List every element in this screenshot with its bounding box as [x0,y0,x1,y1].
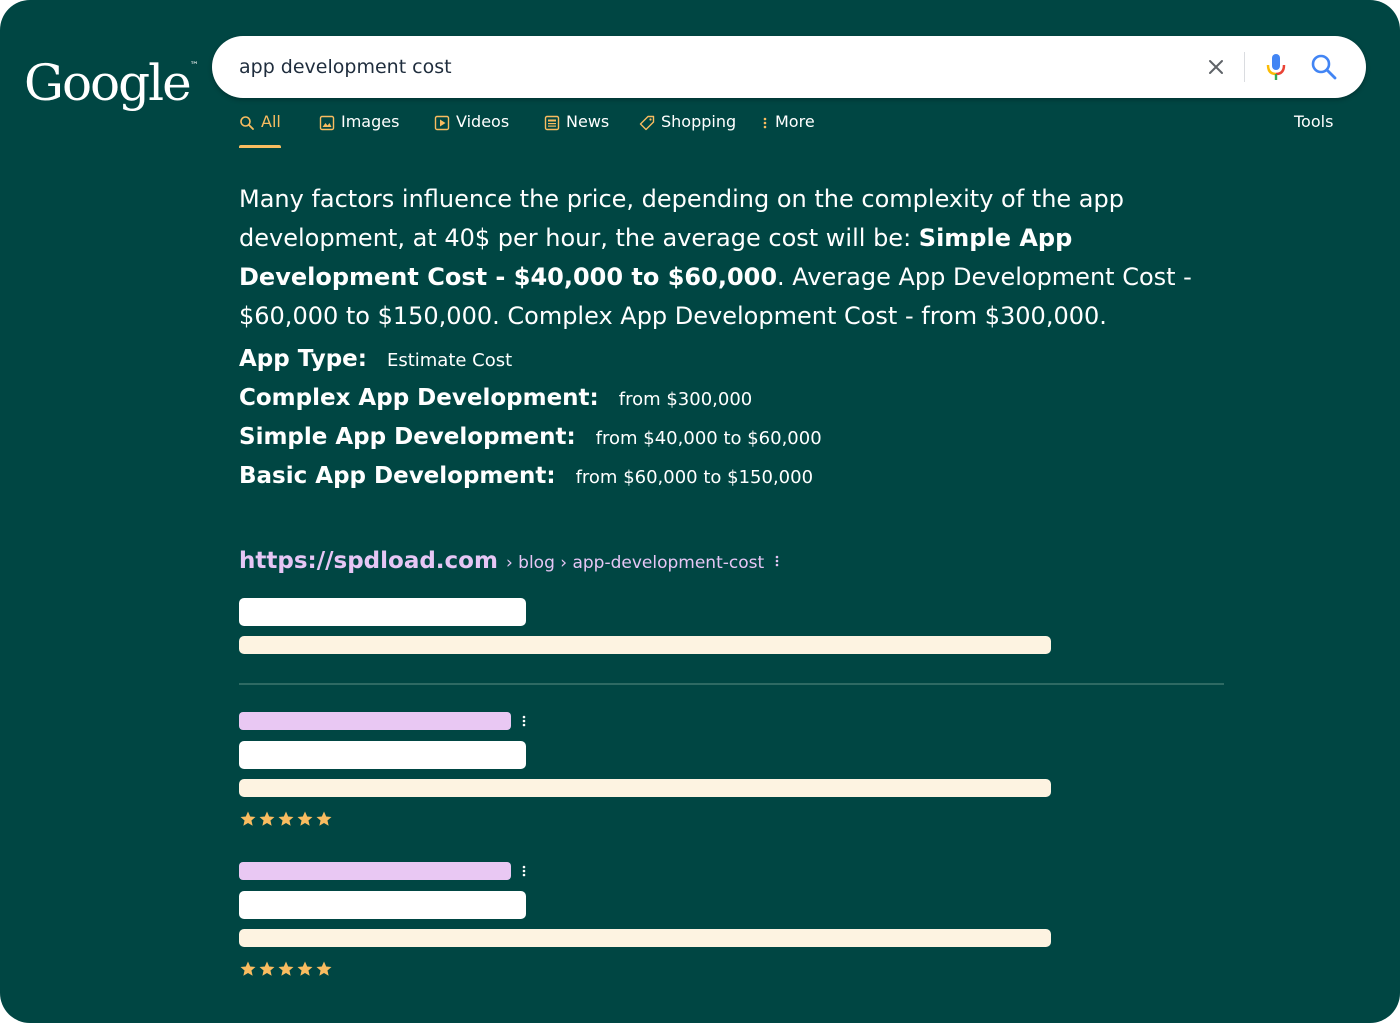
search-input[interactable] [239,53,1139,81]
star-icon [278,811,294,826]
cost-table-row: Simple App Development: from $40,000 to … [239,424,1139,463]
result-title-placeholder[interactable] [239,741,526,769]
result-url-path: › blog › app-development-cost [505,553,765,573]
tab-label: Images [341,112,400,131]
tab-label: More [775,112,815,131]
cost-value: from $40,000 to $60,000 [595,428,822,449]
cost-table-row: Complex App Development: from $300,000 [239,385,1139,424]
result-breadcrumb: https://spdload.com › blog › app-develop… [239,548,782,574]
star-icon [240,961,256,976]
tag-icon [639,115,655,131]
star-icon [316,961,332,976]
star-icon [259,961,275,976]
featured-snippet: Many factors influence the price, depend… [239,180,1239,336]
cost-value: Estimate Cost [386,350,513,371]
voice-search-button[interactable] [1264,52,1288,82]
star-icon [278,961,294,976]
logo-trademark: ™ [189,61,199,71]
cost-label: Complex App Development: [239,385,599,411]
result-url-placeholder[interactable] [239,712,511,730]
newspaper-icon [544,115,560,131]
cost-label: Simple App Development: [239,424,576,450]
tab-all[interactable]: All [239,112,281,148]
tab-label: Shopping [661,112,737,131]
tools-button[interactable]: Tools [1294,112,1333,131]
more-vert-icon[interactable] [521,714,527,728]
cost-label: App Type: [239,346,367,372]
search-results-page: Google™ app development cost All Images … [0,0,1400,1023]
tab-news[interactable]: News [544,112,609,148]
more-vert-icon[interactable] [772,554,782,568]
cost-table-row: Basic App Development: from $60,000 to $… [239,463,1139,502]
clear-search-button[interactable] [1204,55,1228,79]
result-url-placeholder[interactable] [239,862,511,880]
star-icon [316,811,332,826]
result-url-link[interactable]: https://spdload.com [239,548,498,574]
search-icon [1311,54,1337,80]
result-title-placeholder[interactable] [239,891,526,919]
result-description-placeholder [239,929,1051,947]
star-icon [297,961,313,976]
more-vert-icon [763,117,767,129]
cost-table: App Type: Estimate Cost Complex App Deve… [239,346,1139,502]
microphone-icon [1266,54,1286,80]
search-submit-button[interactable] [1310,53,1338,81]
results-divider [239,683,1224,685]
result-title-placeholder[interactable] [239,598,526,626]
more-vert-icon[interactable] [521,864,527,878]
close-icon [1209,60,1223,74]
tab-label: News [566,112,610,131]
tab-shopping[interactable]: Shopping [639,112,736,148]
cost-value: from $60,000 to $150,000 [575,467,814,488]
image-icon [319,115,335,131]
google-logo[interactable]: Google™ [24,36,199,113]
tab-label: All [261,112,281,131]
tab-label: Videos [456,112,510,131]
cost-label: Basic App Development: [239,463,556,489]
search-bar [212,36,1366,98]
cost-table-header: App Type: Estimate Cost [239,346,1139,385]
star-rating [239,960,333,978]
searchbar-divider [1244,52,1245,82]
result-description-placeholder [239,779,1051,797]
result-description-placeholder [239,636,1051,654]
tab-videos[interactable]: Videos [434,112,509,148]
star-icon [297,811,313,826]
star-icon [240,811,256,826]
logo-text: Google [24,54,192,112]
tab-images[interactable]: Images [319,112,399,148]
play-icon [434,115,450,131]
star-icon [259,811,275,826]
star-rating [239,810,333,828]
search-icon [240,116,254,130]
tab-more[interactable]: More [761,112,815,148]
cost-value: from $300,000 [618,389,753,410]
